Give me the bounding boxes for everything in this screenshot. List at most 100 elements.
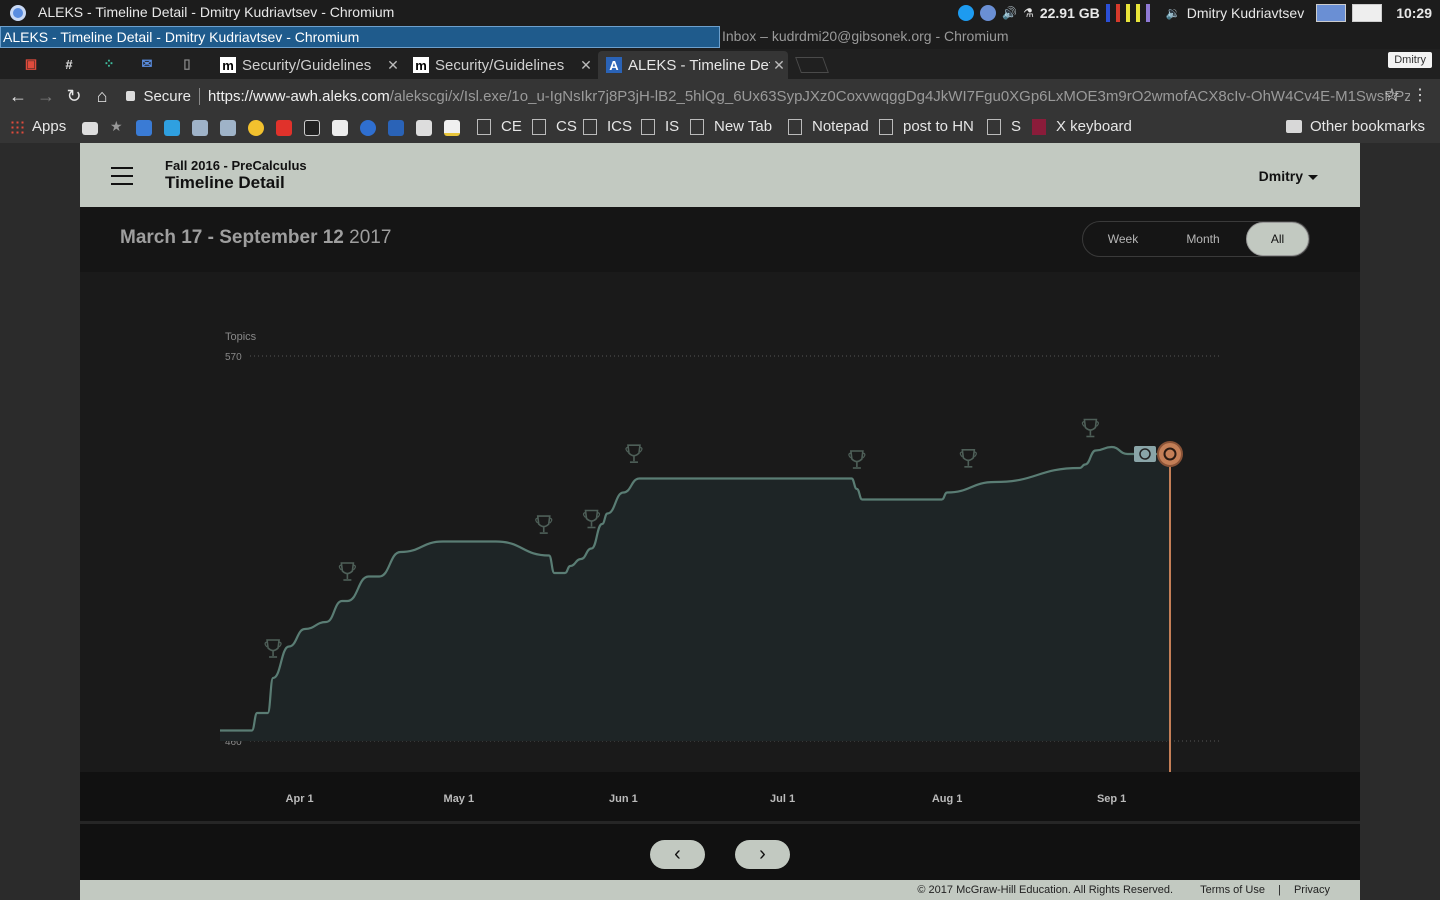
previous-period-button[interactable]: ‹ bbox=[650, 840, 705, 869]
pinned-tab-calendar[interactable]: ▣ bbox=[22, 55, 40, 73]
os-top-panel: ALEKS - Timeline Detail - Dmitry Kudriav… bbox=[0, 0, 1440, 25]
secure-label: Secure bbox=[143, 87, 200, 105]
system-tray: 🔊 ⚗ 22.91 GB 🔉 Dmitry Kudriavtsev 10:29 bbox=[958, 0, 1440, 25]
folder-icon bbox=[1286, 120, 1302, 133]
trophy-icon[interactable] bbox=[535, 515, 553, 534]
medium-favicon-icon: m bbox=[413, 57, 429, 73]
x-tick-label: Apr 1 bbox=[286, 793, 314, 805]
tab-strip: ▣ # ⁘ ✉ ▯ m Security/Guidelines ✕ m Secu… bbox=[0, 49, 1440, 79]
home-icon[interactable]: ⌂ bbox=[92, 86, 112, 106]
terms-link[interactable]: Terms of Use bbox=[1200, 884, 1265, 896]
current-position-marker[interactable] bbox=[1157, 441, 1183, 467]
bookmark-cs[interactable]: CS bbox=[532, 118, 577, 135]
star-bookmark-icon[interactable]: ★ bbox=[110, 118, 126, 134]
trophy-icon[interactable] bbox=[338, 562, 356, 581]
flask-icon[interactable]: ⚗ bbox=[1023, 6, 1034, 20]
bookmark-star-icon[interactable]: ☆ bbox=[1384, 85, 1400, 106]
bookmark-x-keyboard[interactable]: X keyboard bbox=[1032, 118, 1132, 135]
user-menu[interactable]: Dmitry bbox=[1259, 168, 1318, 184]
aleks-bookmark-icon[interactable] bbox=[388, 120, 404, 136]
next-period-button[interactable]: › bbox=[735, 840, 790, 869]
qr-icon[interactable] bbox=[332, 120, 348, 136]
page-icon bbox=[690, 118, 704, 135]
trophy-icon[interactable] bbox=[848, 450, 866, 469]
privacy-link[interactable]: Privacy bbox=[1294, 884, 1330, 896]
trophy-icon[interactable] bbox=[264, 639, 282, 658]
bookmark-apps[interactable]: Apps bbox=[10, 118, 66, 135]
tab-aleks-timeline[interactable]: A ALEKS - Timeline Detail - Dmitry Kudri… bbox=[598, 51, 788, 79]
month-button[interactable]: Month bbox=[1165, 222, 1241, 256]
new-tab-button[interactable] bbox=[795, 57, 829, 73]
taskbar-active-window[interactable]: ALEKS - Timeline Detail - Dmitry Kudriav… bbox=[0, 26, 720, 48]
trophy-icon[interactable] bbox=[959, 449, 977, 468]
monitor-icon-1[interactable] bbox=[192, 120, 208, 136]
bookmark-new-tab[interactable]: New Tab bbox=[690, 118, 772, 135]
lock-icon bbox=[126, 91, 136, 101]
tab-security-guidelines-1[interactable]: m Security/Guidelines ✕ bbox=[212, 51, 402, 79]
taskbar-inactive-window[interactable]: Inbox – kudrdmi20@gibsonek.org - Chromiu… bbox=[722, 28, 1009, 44]
twitter-tray-icon[interactable] bbox=[958, 4, 975, 21]
pinned-tab-mail[interactable]: ✉ bbox=[138, 55, 156, 73]
mem-meter bbox=[1115, 3, 1120, 22]
swap-meter bbox=[1125, 3, 1130, 22]
series-area bbox=[220, 447, 1170, 741]
calendar-bookmark-icon[interactable] bbox=[416, 120, 432, 136]
address-bar[interactable]: Secure https://www-awh.aleks.com /aleksc… bbox=[120, 83, 1410, 109]
bookmark-ics[interactable]: ICS bbox=[583, 118, 632, 135]
bookmark-s[interactable]: S bbox=[987, 118, 1021, 135]
week-button[interactable]: Week bbox=[1085, 222, 1161, 256]
trophy-icon[interactable] bbox=[625, 444, 643, 463]
timeline-chart-svg: 460570Topics bbox=[220, 331, 1220, 772]
aleks-app: Fall 2016 - PreCalculus Timeline Detail … bbox=[80, 143, 1360, 900]
gmail-icon[interactable] bbox=[444, 120, 460, 136]
back-icon[interactable]: ← bbox=[8, 86, 28, 106]
workspace-2-icon[interactable] bbox=[1352, 3, 1383, 22]
url-host: https://www-awh.aleks.com bbox=[207, 87, 390, 105]
bookmark-icon-3[interactable] bbox=[304, 120, 320, 136]
trophy-icon[interactable] bbox=[1081, 418, 1099, 438]
bookmark-is[interactable]: IS bbox=[641, 118, 679, 135]
close-tab-icon[interactable]: ✕ bbox=[577, 57, 595, 74]
bookmark-icon-1[interactable] bbox=[136, 120, 152, 136]
folder-icon[interactable] bbox=[82, 122, 98, 135]
date-range-label: March 17 - September 12 2017 bbox=[120, 227, 392, 248]
sync-icon[interactable] bbox=[360, 120, 376, 136]
t-icon[interactable] bbox=[276, 120, 292, 136]
trophy-icon[interactable] bbox=[582, 509, 601, 529]
caret-down-icon bbox=[1308, 174, 1318, 180]
close-tab-icon[interactable]: ✕ bbox=[384, 57, 402, 74]
hamburger-menu-icon[interactable] bbox=[111, 167, 133, 185]
pinned-tab-slack[interactable]: # bbox=[60, 55, 78, 73]
bookmark-post-to-hn[interactable]: post to HN bbox=[879, 118, 974, 135]
forward-icon[interactable]: → bbox=[36, 86, 56, 106]
app-header: Fall 2016 - PreCalculus Timeline Detail … bbox=[80, 143, 1360, 207]
bookmark-other[interactable]: Other bookmarks bbox=[1286, 118, 1425, 135]
user-name[interactable]: Dmitry Kudriavtsev bbox=[1187, 5, 1304, 21]
timeline-navigation: ‹ › bbox=[80, 827, 1360, 880]
close-tab-icon[interactable]: ✕ bbox=[770, 57, 788, 74]
x-tick-label: May 1 bbox=[444, 793, 475, 805]
volume-icon-2[interactable]: 🔉 bbox=[1166, 6, 1181, 20]
pinned-tab-grid[interactable]: ⁘ bbox=[100, 55, 118, 73]
pinned-tab-blank[interactable]: ▯ bbox=[178, 55, 196, 73]
timeline-chart: 460 570 Topics bbox=[80, 272, 1360, 772]
monitor-icon-2[interactable] bbox=[220, 120, 236, 136]
bookmark-icon-2[interactable] bbox=[164, 120, 180, 136]
chromium-tray-icon[interactable] bbox=[980, 4, 997, 21]
profile-button[interactable]: Dmitry bbox=[1388, 52, 1432, 68]
chrome-menu-icon[interactable]: ⋮ bbox=[1412, 85, 1428, 105]
window-title: ALEKS - Timeline Detail - Dmitry Kudriav… bbox=[38, 4, 395, 20]
browser-toolbar: ← → ↻ ⌂ Secure https://www-awh.aleks.com… bbox=[0, 79, 1440, 113]
all-button[interactable]: All bbox=[1246, 222, 1309, 256]
volume-icon[interactable]: 🔊 bbox=[1002, 6, 1017, 20]
bookmark-ce[interactable]: CE bbox=[477, 118, 522, 135]
y-axis-label: Topics bbox=[225, 331, 257, 343]
bookmark-notepad[interactable]: Notepad bbox=[788, 118, 869, 135]
emoji-icon[interactable] bbox=[248, 120, 264, 136]
clock: 10:29 bbox=[1396, 4, 1432, 21]
page-icon bbox=[477, 118, 491, 135]
workspace-1-icon[interactable] bbox=[1316, 3, 1347, 22]
tab-security-guidelines-2[interactable]: m Security/Guidelines ✕ bbox=[405, 51, 595, 79]
reload-icon[interactable]: ↻ bbox=[64, 86, 84, 106]
chromium-icon bbox=[10, 5, 26, 21]
